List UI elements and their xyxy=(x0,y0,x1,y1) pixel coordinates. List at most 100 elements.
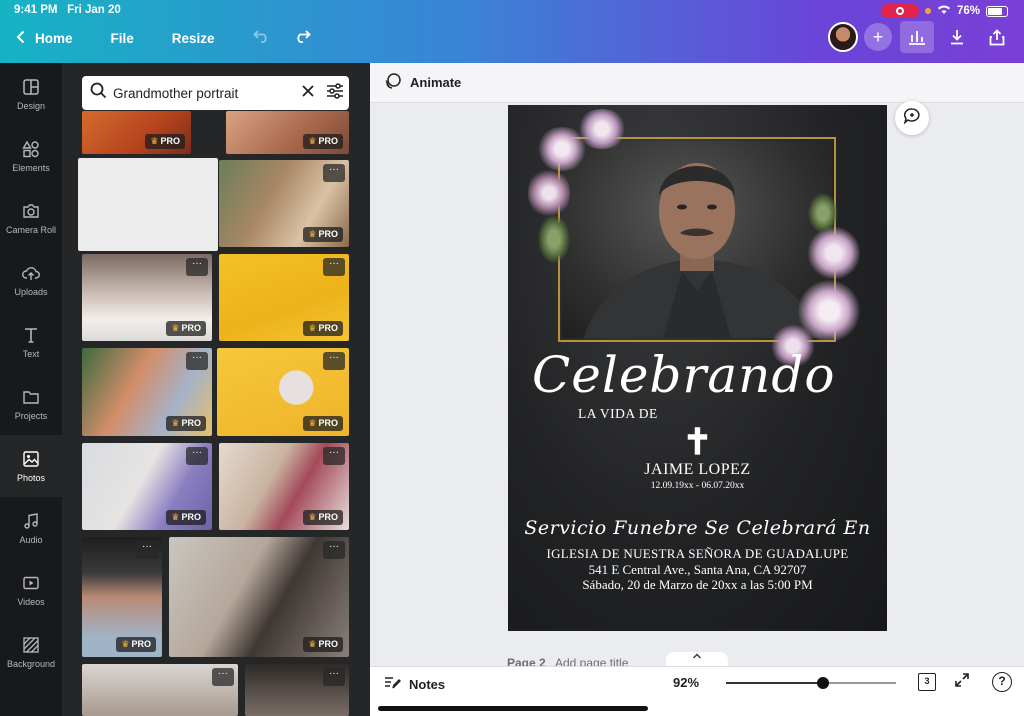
screen-record-icon xyxy=(880,4,919,18)
add-page-title-input[interactable]: Add page title xyxy=(555,656,628,666)
cloud-upload-icon xyxy=(22,266,40,280)
flower-decoration xyxy=(576,109,628,149)
gold-photo-frame[interactable] xyxy=(558,137,836,342)
service-script-heading[interactable]: Servicio Funebre Se Celebrará En xyxy=(508,515,887,541)
rail-item-background[interactable]: Background xyxy=(0,621,62,683)
insights-icon[interactable] xyxy=(900,21,934,53)
photo-result[interactable]: ♛ PRO xyxy=(226,111,349,154)
pro-badge-label: PRO xyxy=(318,639,338,649)
rail-label: Projects xyxy=(14,410,48,421)
top-toolbar: 9:41 PM Fri Jan 20 76% Home File Resize … xyxy=(0,0,1024,63)
share-icon[interactable] xyxy=(980,21,1014,53)
resize-label: Resize xyxy=(171,30,215,46)
wifi-icon xyxy=(937,4,951,18)
page-expand-chevron-up-icon[interactable] xyxy=(666,652,728,666)
rail-label: Photos xyxy=(16,472,46,483)
pro-badge-label: PRO xyxy=(318,418,338,428)
zoom-slider-knob[interactable] xyxy=(816,677,829,689)
rail-label: Uploads xyxy=(14,286,48,297)
photo-result[interactable]: ··· ♛ PRO xyxy=(217,348,349,436)
rail-item-projects[interactable]: Projects xyxy=(0,373,62,435)
rail-item-audio[interactable]: Audio xyxy=(0,497,62,559)
photo-result[interactable]: ··· ♛ PRO xyxy=(169,537,349,657)
filter-icon[interactable] xyxy=(326,82,344,104)
download-icon[interactable] xyxy=(940,21,974,53)
file-menu-button[interactable]: File xyxy=(111,31,134,46)
photo-result[interactable]: ··· ♛ PRO xyxy=(82,537,162,657)
search-input[interactable] xyxy=(113,85,290,101)
home-label: Home xyxy=(35,30,73,46)
more-options-icon[interactable]: ··· xyxy=(186,352,208,370)
rail-item-camera-roll[interactable]: Camera Roll xyxy=(0,187,62,249)
more-options-icon[interactable]: ··· xyxy=(323,258,345,276)
pro-badge: ♛ PRO xyxy=(145,134,185,149)
folder-icon xyxy=(23,390,39,404)
more-options-icon[interactable]: ··· xyxy=(323,164,345,182)
design-page[interactable]: Celebrando LA VIDA DE ✝ JAIME LOPEZ 12.0… xyxy=(508,105,887,631)
more-options-icon[interactable]: ··· xyxy=(323,352,345,370)
rail-item-elements[interactable]: Elements xyxy=(0,125,62,187)
help-button[interactable]: ? xyxy=(992,672,1012,692)
more-options-icon[interactable]: ··· xyxy=(136,541,158,559)
leaf-decoration xyxy=(538,215,570,263)
photo-result[interactable]: ··· xyxy=(245,664,349,716)
more-options-icon[interactable]: ··· xyxy=(212,668,234,686)
status-bar-right: 76% xyxy=(880,4,1008,18)
rail-item-photos[interactable]: Photos xyxy=(0,435,62,497)
photo-result[interactable]: ··· ♛ PRO xyxy=(82,254,212,341)
photo-result[interactable]: ♛ PRO xyxy=(82,111,191,154)
status-bar-left: 9:41 PM Fri Jan 20 xyxy=(14,4,121,16)
left-rail: Design Elements Camera Roll Uploads Text… xyxy=(0,63,62,716)
service-datetime[interactable]: Sábado, 20 de Marzo de 20xx a las 5:00 P… xyxy=(508,577,887,593)
status-date: Fri Jan 20 xyxy=(67,4,121,16)
fullscreen-icon[interactable] xyxy=(954,672,970,692)
image-icon xyxy=(23,450,39,467)
share-add-icon[interactable]: + xyxy=(864,23,892,51)
search-bar xyxy=(82,76,349,110)
photo-result[interactable]: ··· ♛ PRO xyxy=(82,443,212,530)
portrait-photo[interactable] xyxy=(562,141,832,338)
mic-indicator-icon xyxy=(924,8,931,14)
rail-item-videos[interactable]: Videos xyxy=(0,559,62,621)
avatar[interactable] xyxy=(828,22,858,52)
rail-label: Audio xyxy=(19,534,43,545)
celebrando-script-title[interactable]: Celebrando xyxy=(532,345,887,405)
more-options-icon[interactable]: ··· xyxy=(323,447,345,465)
photo-result[interactable]: ··· ♛ PRO xyxy=(82,348,212,436)
add-comment-button[interactable] xyxy=(895,101,929,135)
deceased-name[interactable]: JAIME LOPEZ xyxy=(508,461,887,479)
zoom-level[interactable]: 92% xyxy=(673,675,699,690)
service-place[interactable]: IGLESIA DE NUESTRA SEÑORA DE GUADALUPE xyxy=(508,546,887,562)
photo-result[interactable]: ··· xyxy=(82,664,238,716)
rail-label: Camera Roll xyxy=(5,224,56,235)
la-vida-de-subtitle[interactable]: LA VIDA DE xyxy=(578,406,887,422)
more-options-icon[interactable]: ··· xyxy=(323,541,345,559)
crown-icon: ♛ xyxy=(171,323,180,333)
rail-item-design[interactable]: Design xyxy=(0,63,62,125)
search-icon xyxy=(90,82,107,104)
home-button[interactable]: Home xyxy=(16,30,73,47)
clear-search-icon[interactable] xyxy=(302,84,314,102)
photo-result[interactable]: ··· ♛ PRO xyxy=(219,443,349,530)
rail-item-text[interactable]: Text xyxy=(0,311,62,373)
notes-button[interactable]: Notes xyxy=(384,675,445,693)
comment-plus-icon xyxy=(903,107,921,130)
pro-badge: ♛ PRO xyxy=(303,227,343,242)
life-dates[interactable]: 12.09.19xx - 06.07.20xx xyxy=(508,481,887,491)
zoom-slider[interactable] xyxy=(726,677,896,689)
resize-button[interactable]: Resize xyxy=(172,31,215,46)
page-count-button[interactable]: 3 xyxy=(918,673,936,691)
more-options-icon[interactable]: ··· xyxy=(323,668,345,686)
more-options-icon[interactable]: ··· xyxy=(186,447,208,465)
rail-item-uploads[interactable]: Uploads xyxy=(0,249,62,311)
service-address[interactable]: 541 E Central Ave., Santa Ana, CA 92707 xyxy=(508,562,887,578)
photo-result[interactable]: ··· ♛ PRO xyxy=(219,160,349,247)
pro-badge: ♛ PRO xyxy=(166,510,206,525)
more-options-icon[interactable]: ··· xyxy=(186,258,208,276)
photo-result[interactable]: ··· ♛ PRO xyxy=(219,254,349,341)
photo-placeholder[interactable] xyxy=(78,158,218,251)
pro-badge-label: PRO xyxy=(131,639,151,649)
undo-icon[interactable] xyxy=(252,28,271,48)
redo-icon[interactable] xyxy=(293,28,311,48)
animate-button[interactable]: Animate xyxy=(410,75,461,90)
